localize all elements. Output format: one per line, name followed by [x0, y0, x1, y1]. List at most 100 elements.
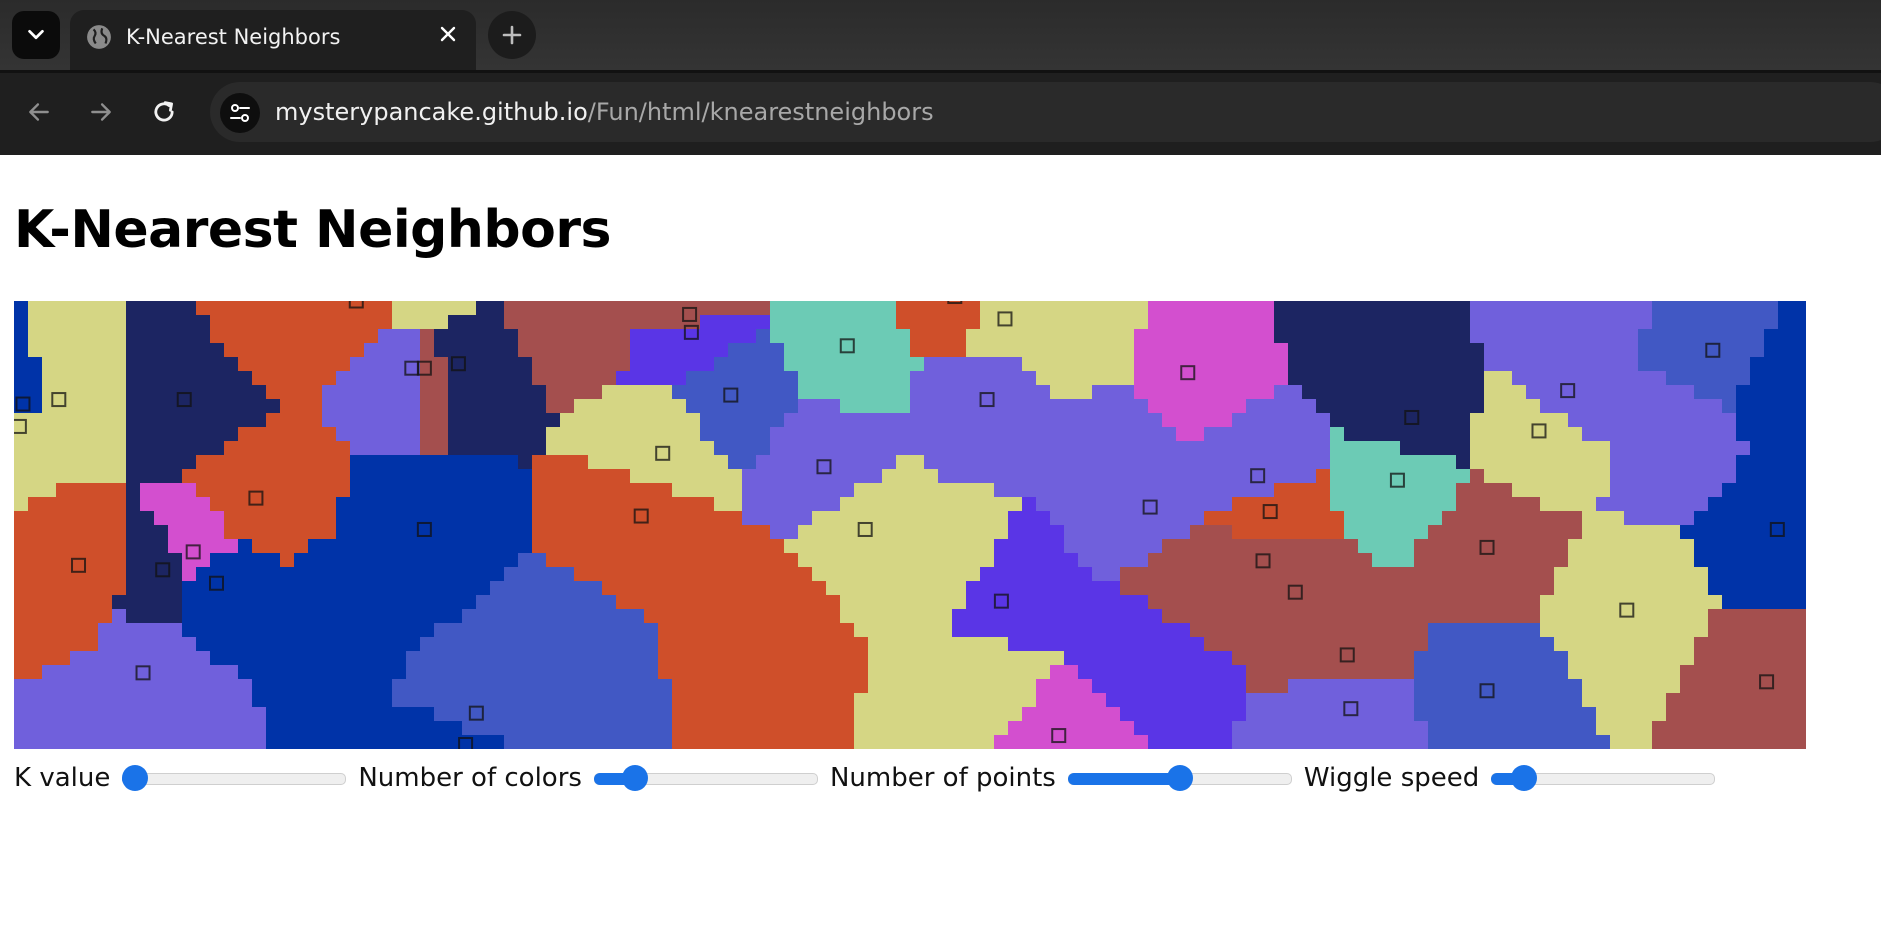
region-cell — [14, 539, 127, 554]
region-cell — [1484, 469, 1611, 484]
region-cell — [1246, 399, 1317, 414]
wiggle-speed-label: Wiggle speed — [1303, 763, 1480, 793]
region-cell — [1274, 483, 1331, 498]
region-cell — [518, 455, 533, 470]
region-cell — [1274, 385, 1303, 400]
region-cell — [1274, 329, 1471, 344]
region-cell — [434, 329, 519, 344]
region-cell — [350, 455, 519, 470]
region-cell — [448, 315, 505, 330]
region-cell — [1288, 371, 1485, 386]
region-cell — [238, 539, 253, 554]
knn-canvas[interactable] — [14, 301, 1806, 749]
region-cell — [350, 441, 421, 456]
region-cell — [126, 455, 197, 470]
region-cell — [672, 483, 743, 498]
region-cell — [392, 679, 673, 694]
region-cell — [1736, 399, 1806, 414]
region-cell — [336, 497, 533, 512]
region-cell — [14, 315, 29, 330]
region-cell — [14, 623, 99, 638]
region-cell — [1666, 707, 1806, 722]
region-cell — [602, 385, 673, 400]
region-cell — [1582, 427, 1737, 442]
region-cell — [840, 595, 967, 610]
slider-thumb[interactable] — [1511, 765, 1538, 791]
region-cell — [126, 441, 225, 456]
region-cell — [14, 581, 127, 596]
region-cell — [1568, 665, 1681, 680]
region-cell — [700, 315, 771, 330]
tab-search-button[interactable] — [12, 11, 60, 59]
region-cell — [126, 399, 281, 414]
region-cell — [1232, 525, 1345, 540]
region-cell — [980, 567, 1093, 582]
region-cell — [1666, 693, 1806, 708]
region-cell — [1344, 427, 1471, 442]
region-cell — [336, 427, 421, 442]
browser-tab[interactable]: K-Nearest Neighbors — [70, 10, 476, 70]
plus-icon — [502, 25, 522, 45]
region-cell — [1456, 497, 1541, 512]
region-cell — [1106, 693, 1247, 708]
k-value-slider[interactable] — [122, 765, 347, 791]
region-cell — [266, 385, 323, 400]
region-cell — [1610, 483, 1723, 498]
number-of-points-slider[interactable] — [1067, 765, 1292, 791]
forward-button[interactable] — [81, 92, 121, 132]
slider-thumb[interactable] — [621, 765, 648, 791]
region-cell — [406, 651, 659, 666]
number-of-colors-slider[interactable] — [593, 765, 818, 791]
region-cell — [1134, 371, 1289, 386]
region-cell — [350, 469, 533, 484]
region-cell — [224, 441, 351, 456]
region-cell — [1050, 385, 1093, 400]
region-cell — [196, 637, 421, 652]
region-cell — [182, 581, 491, 596]
slider-thumb[interactable] — [122, 765, 149, 791]
close-icon[interactable] — [436, 22, 460, 46]
region-cell — [14, 329, 29, 344]
region-cell — [126, 413, 267, 428]
region-cell — [1750, 357, 1806, 372]
region-cell — [448, 399, 547, 414]
region-cell — [238, 427, 337, 442]
region-cell — [546, 385, 603, 400]
region-cell — [238, 665, 407, 680]
region-cell — [840, 399, 911, 414]
region-cell — [742, 483, 855, 498]
region-cell — [1414, 553, 1569, 568]
site-info-button[interactable] — [220, 93, 260, 133]
region-cell — [1330, 441, 1401, 456]
region-cell — [1022, 357, 1135, 372]
region-cell — [798, 385, 911, 400]
region-cell — [1680, 665, 1806, 680]
back-button[interactable] — [19, 92, 59, 132]
knn-plot — [14, 301, 1806, 749]
chevron-down-icon — [28, 29, 44, 40]
region-cell — [266, 413, 323, 428]
reload-button[interactable] — [144, 92, 184, 132]
region-cell — [266, 707, 435, 722]
region-cell — [1064, 651, 1233, 666]
region-cell — [672, 385, 799, 400]
region-cell — [14, 707, 267, 722]
slider-thumb[interactable] — [1166, 765, 1193, 791]
new-tab-button[interactable] — [488, 11, 536, 59]
region-cell — [1470, 329, 1639, 344]
region-cell — [1708, 567, 1806, 582]
region-cell — [1652, 315, 1779, 330]
region-cell — [784, 357, 925, 372]
region-cell — [630, 469, 743, 484]
region-cell — [448, 441, 547, 456]
region-cell — [1470, 427, 1583, 442]
region-cell — [1750, 371, 1806, 386]
region-cell — [630, 329, 757, 344]
address-bar[interactable]: mysterypancake.github.io/Fun/html/kneare… — [210, 82, 1881, 142]
region-cell — [126, 539, 169, 554]
region-cell — [448, 413, 561, 428]
wiggle-speed-slider[interactable] — [1491, 765, 1716, 791]
region-cell — [1050, 665, 1079, 680]
region-cell — [1610, 441, 1751, 456]
region-cell — [868, 665, 1051, 680]
